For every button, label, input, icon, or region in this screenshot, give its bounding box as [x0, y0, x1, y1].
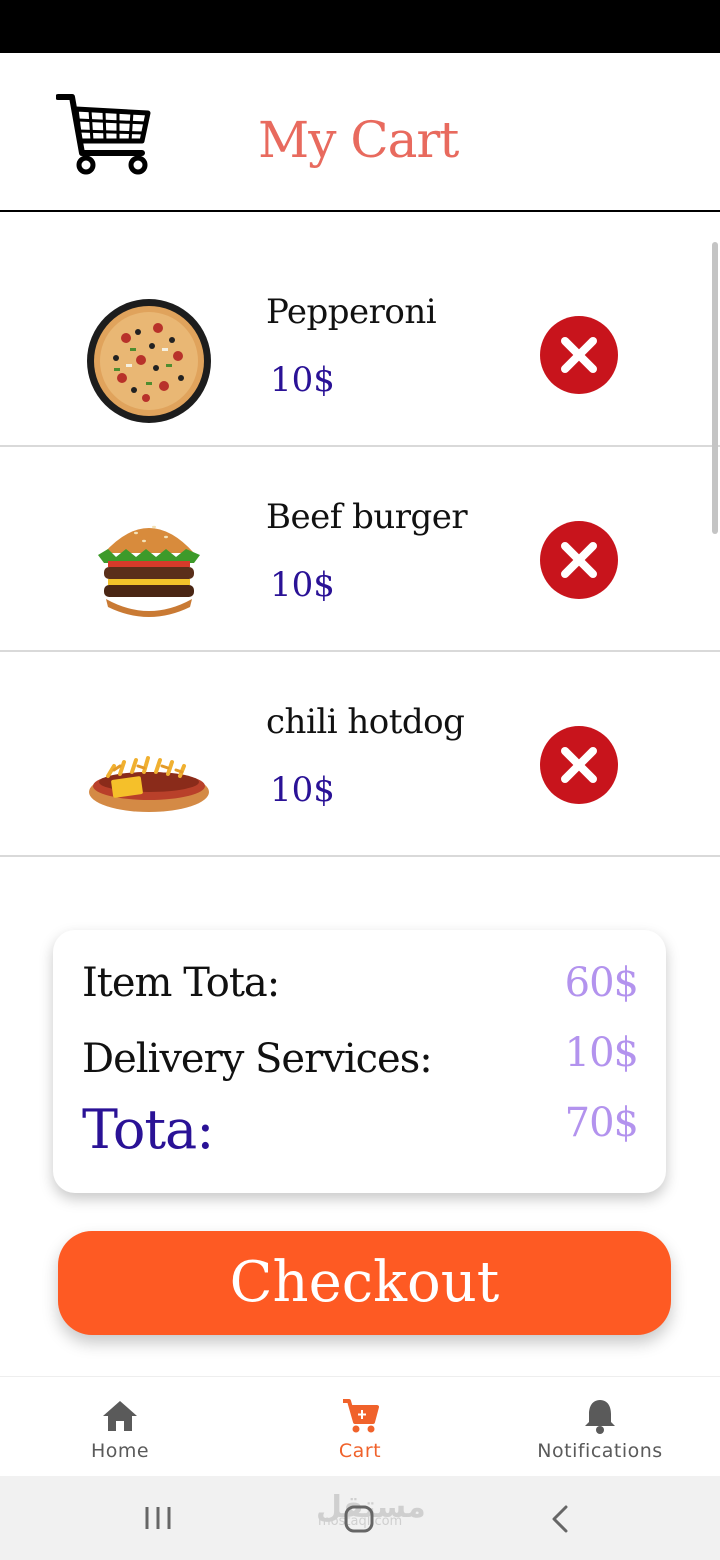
- pizza-image: [87, 299, 211, 423]
- app-header: My Cart: [0, 53, 720, 212]
- item-total-value: 60$: [564, 960, 639, 1006]
- cart-item: chili hotdog 10$: [0, 652, 720, 857]
- system-navigation-bar: مستقل mostaql.com: [0, 1476, 720, 1560]
- checkout-button[interactable]: Checkout: [58, 1231, 671, 1335]
- nav-notifications[interactable]: Notifications: [520, 1377, 680, 1477]
- remove-item-button[interactable]: [540, 521, 618, 599]
- scrollbar[interactable]: [712, 242, 718, 534]
- remove-item-button[interactable]: [540, 316, 618, 394]
- delivery-label: Delivery Services:: [82, 1036, 433, 1082]
- total-value: 70$: [564, 1100, 639, 1146]
- total-label: Tota:: [82, 1098, 214, 1161]
- item-price: 10$: [270, 565, 335, 605]
- page-title: My Cart: [258, 111, 459, 169]
- close-circle-icon: [561, 747, 597, 783]
- nav-label: Home: [90, 1440, 150, 1462]
- order-summary-card: Item Tota: 60$ Delivery Services: 10$ To…: [53, 930, 666, 1193]
- bottom-nav: Home Cart Notifications: [0, 1376, 720, 1476]
- item-total-label: Item Tota:: [82, 960, 280, 1006]
- bell-icon: [585, 1400, 615, 1434]
- item-name: Pepperoni: [266, 292, 437, 332]
- close-circle-icon: [561, 542, 597, 578]
- item-price: 10$: [270, 360, 335, 400]
- back-icon[interactable]: [548, 1504, 572, 1534]
- delivery-value: 10$: [564, 1030, 639, 1076]
- cart-list: Pepperoni 10$ Beef burger 10$ chili hotd…: [0, 242, 720, 857]
- nav-cart[interactable]: Cart: [300, 1377, 420, 1477]
- item-name: Beef burger: [266, 497, 468, 537]
- status-bar: [0, 0, 720, 53]
- nav-label: Cart: [338, 1440, 382, 1462]
- cart-item: Beef burger 10$: [0, 447, 720, 652]
- hotdog-image: [89, 756, 209, 812]
- item-price: 10$: [270, 770, 335, 810]
- shopping-cart-icon: [56, 94, 151, 175]
- cart-icon: [343, 1399, 379, 1433]
- recent-apps-icon[interactable]: [143, 1504, 173, 1532]
- home-icon: [103, 1401, 137, 1431]
- item-name: chili hotdog: [266, 702, 465, 742]
- nav-label: Notifications: [537, 1440, 663, 1462]
- home-button-icon[interactable]: [343, 1504, 375, 1534]
- close-circle-icon: [561, 337, 597, 373]
- burger-image: [98, 525, 200, 617]
- cart-item: Pepperoni 10$: [0, 242, 720, 447]
- remove-item-button[interactable]: [540, 726, 618, 804]
- nav-home[interactable]: Home: [60, 1377, 180, 1477]
